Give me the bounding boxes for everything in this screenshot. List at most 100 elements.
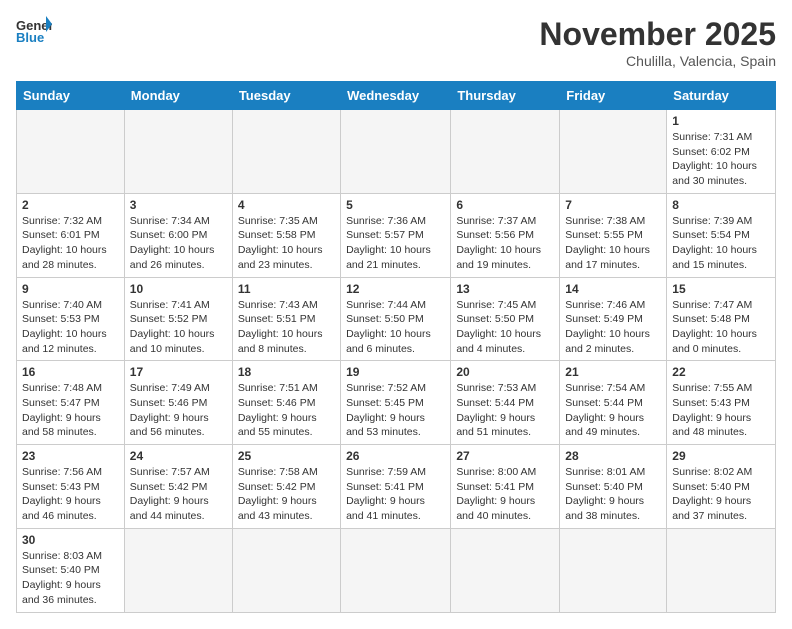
cell-info: Sunrise: 8:02 AM Sunset: 5:40 PM Dayligh… <box>672 465 770 524</box>
calendar-cell <box>341 110 451 194</box>
day-number: 6 <box>456 198 554 212</box>
page-header: General Blue November 2025 Chulilla, Val… <box>16 16 776 69</box>
week-row-6: 30 Sunrise: 8:03 AM Sunset: 5:40 PM Dayli… <box>17 528 776 612</box>
day-number: 24 <box>130 449 227 463</box>
calendar-cell <box>232 110 340 194</box>
calendar-cell: 10Sunrise: 7:41 AM Sunset: 5:52 PM Dayli… <box>124 277 232 361</box>
cell-info: Sunrise: 7:48 AM Sunset: 5:47 PM Dayligh… <box>22 381 119 440</box>
calendar-cell <box>232 528 340 612</box>
day-number: 12 <box>346 282 445 296</box>
calendar-cell <box>341 528 451 612</box>
day-number: 28 <box>565 449 661 463</box>
week-row-2: 2 Sunrise: 7:32 AM Sunset: 6:01 PM Daylig… <box>17 193 776 277</box>
day-number: 26 <box>346 449 445 463</box>
calendar-cell: 24 Sunrise: 7:57 AM Sunset: 5:42 PM Dayli… <box>124 445 232 529</box>
cell-info: Sunrise: 7:45 AM Sunset: 5:50 PM Dayligh… <box>456 298 554 357</box>
week-row-1: 1Sunrise: 7:31 AM Sunset: 6:02 PM Daylig… <box>17 110 776 194</box>
day-number: 11 <box>238 282 335 296</box>
cell-info: Sunrise: 7:55 AM Sunset: 5:43 PM Dayligh… <box>672 381 770 440</box>
cell-info: Sunrise: 7:38 AM Sunset: 5:55 PM Dayligh… <box>565 214 661 273</box>
cell-info: Sunrise: 7:40 AM Sunset: 5:53 PM Dayligh… <box>22 298 119 357</box>
calendar-cell: 29 Sunrise: 8:02 AM Sunset: 5:40 PM Dayli… <box>667 445 776 529</box>
calendar-cell: 6 Sunrise: 7:37 AM Sunset: 5:56 PM Daylig… <box>451 193 560 277</box>
calendar-cell <box>451 110 560 194</box>
week-row-3: 9 Sunrise: 7:40 AM Sunset: 5:53 PM Daylig… <box>17 277 776 361</box>
calendar-cell: 14 Sunrise: 7:46 AM Sunset: 5:49 PM Dayli… <box>560 277 667 361</box>
calendar-cell: 23 Sunrise: 7:56 AM Sunset: 5:43 PM Dayli… <box>17 445 125 529</box>
day-number: 27 <box>456 449 554 463</box>
weekday-header-friday: Friday <box>560 82 667 110</box>
weekday-header-row: SundayMondayTuesdayWednesdayThursdayFrid… <box>17 82 776 110</box>
calendar-cell: 11 Sunrise: 7:43 AM Sunset: 5:51 PM Dayli… <box>232 277 340 361</box>
day-number: 3 <box>130 198 227 212</box>
calendar-cell: 2 Sunrise: 7:32 AM Sunset: 6:01 PM Daylig… <box>17 193 125 277</box>
day-number: 14 <box>565 282 661 296</box>
calendar-cell: 9 Sunrise: 7:40 AM Sunset: 5:53 PM Daylig… <box>17 277 125 361</box>
day-number: 2 <box>22 198 119 212</box>
cell-info: Sunrise: 7:51 AM Sunset: 5:46 PM Dayligh… <box>238 381 335 440</box>
week-row-4: 16 Sunrise: 7:48 AM Sunset: 5:47 PM Dayli… <box>17 361 776 445</box>
calendar-cell: 26Sunrise: 7:59 AM Sunset: 5:41 PM Dayli… <box>341 445 451 529</box>
cell-info: Sunrise: 7:32 AM Sunset: 6:01 PM Dayligh… <box>22 214 119 273</box>
day-number: 16 <box>22 365 119 379</box>
cell-info: Sunrise: 8:03 AM Sunset: 5:40 PM Dayligh… <box>22 549 119 608</box>
weekday-header-sunday: Sunday <box>17 82 125 110</box>
day-number: 1 <box>672 114 770 128</box>
calendar-cell: 25 Sunrise: 7:58 AM Sunset: 5:42 PM Dayli… <box>232 445 340 529</box>
cell-info: Sunrise: 7:37 AM Sunset: 5:56 PM Dayligh… <box>456 214 554 273</box>
day-number: 25 <box>238 449 335 463</box>
week-row-5: 23 Sunrise: 7:56 AM Sunset: 5:43 PM Dayli… <box>17 445 776 529</box>
day-number: 7 <box>565 198 661 212</box>
day-number: 5 <box>346 198 445 212</box>
day-number: 9 <box>22 282 119 296</box>
calendar-cell: 3 Sunrise: 7:34 AM Sunset: 6:00 PM Daylig… <box>124 193 232 277</box>
calendar-cell: 28Sunrise: 8:01 AM Sunset: 5:40 PM Dayli… <box>560 445 667 529</box>
calendar-cell: 13 Sunrise: 7:45 AM Sunset: 5:50 PM Dayli… <box>451 277 560 361</box>
title-block: November 2025 Chulilla, Valencia, Spain <box>539 16 776 69</box>
cell-info: Sunrise: 7:44 AM Sunset: 5:50 PM Dayligh… <box>346 298 445 357</box>
cell-info: Sunrise: 7:57 AM Sunset: 5:42 PM Dayligh… <box>130 465 227 524</box>
calendar-cell: 22 Sunrise: 7:55 AM Sunset: 5:43 PM Dayli… <box>667 361 776 445</box>
logo: General Blue <box>16 16 52 44</box>
cell-info: Sunrise: 7:53 AM Sunset: 5:44 PM Dayligh… <box>456 381 554 440</box>
cell-info: Sunrise: 7:54 AM Sunset: 5:44 PM Dayligh… <box>565 381 661 440</box>
cell-info: Sunrise: 7:58 AM Sunset: 5:42 PM Dayligh… <box>238 465 335 524</box>
cell-info: Sunrise: 7:34 AM Sunset: 6:00 PM Dayligh… <box>130 214 227 273</box>
cell-info: Sunrise: 8:00 AM Sunset: 5:41 PM Dayligh… <box>456 465 554 524</box>
weekday-header-saturday: Saturday <box>667 82 776 110</box>
day-number: 23 <box>22 449 119 463</box>
calendar-cell: 1Sunrise: 7:31 AM Sunset: 6:02 PM Daylig… <box>667 110 776 194</box>
cell-info: Sunrise: 7:43 AM Sunset: 5:51 PM Dayligh… <box>238 298 335 357</box>
day-number: 13 <box>456 282 554 296</box>
calendar-cell: 8Sunrise: 7:39 AM Sunset: 5:54 PM Daylig… <box>667 193 776 277</box>
calendar-cell: 15Sunrise: 7:47 AM Sunset: 5:48 PM Dayli… <box>667 277 776 361</box>
day-number: 18 <box>238 365 335 379</box>
calendar-cell: 20 Sunrise: 7:53 AM Sunset: 5:44 PM Dayli… <box>451 361 560 445</box>
calendar-cell: 12 Sunrise: 7:44 AM Sunset: 5:50 PM Dayli… <box>341 277 451 361</box>
day-number: 19 <box>346 365 445 379</box>
cell-info: Sunrise: 7:35 AM Sunset: 5:58 PM Dayligh… <box>238 214 335 273</box>
cell-info: Sunrise: 7:52 AM Sunset: 5:45 PM Dayligh… <box>346 381 445 440</box>
day-number: 10 <box>130 282 227 296</box>
calendar-cell: 4 Sunrise: 7:35 AM Sunset: 5:58 PM Daylig… <box>232 193 340 277</box>
calendar-cell <box>124 528 232 612</box>
weekday-header-tuesday: Tuesday <box>232 82 340 110</box>
day-number: 30 <box>22 533 119 547</box>
day-number: 22 <box>672 365 770 379</box>
day-number: 4 <box>238 198 335 212</box>
day-number: 15 <box>672 282 770 296</box>
day-number: 20 <box>456 365 554 379</box>
calendar-cell <box>560 528 667 612</box>
calendar-cell: 19 Sunrise: 7:52 AM Sunset: 5:45 PM Dayli… <box>341 361 451 445</box>
cell-info: Sunrise: 7:46 AM Sunset: 5:49 PM Dayligh… <box>565 298 661 357</box>
cell-info: Sunrise: 7:36 AM Sunset: 5:57 PM Dayligh… <box>346 214 445 273</box>
calendar-cell: 16 Sunrise: 7:48 AM Sunset: 5:47 PM Dayli… <box>17 361 125 445</box>
day-number: 29 <box>672 449 770 463</box>
location-subtitle: Chulilla, Valencia, Spain <box>539 53 776 69</box>
cell-info: Sunrise: 7:56 AM Sunset: 5:43 PM Dayligh… <box>22 465 119 524</box>
calendar-cell: 17Sunrise: 7:49 AM Sunset: 5:46 PM Dayli… <box>124 361 232 445</box>
calendar-cell: 21Sunrise: 7:54 AM Sunset: 5:44 PM Dayli… <box>560 361 667 445</box>
month-title: November 2025 <box>539 16 776 53</box>
calendar-cell <box>17 110 125 194</box>
calendar-cell: 27 Sunrise: 8:00 AM Sunset: 5:41 PM Dayli… <box>451 445 560 529</box>
